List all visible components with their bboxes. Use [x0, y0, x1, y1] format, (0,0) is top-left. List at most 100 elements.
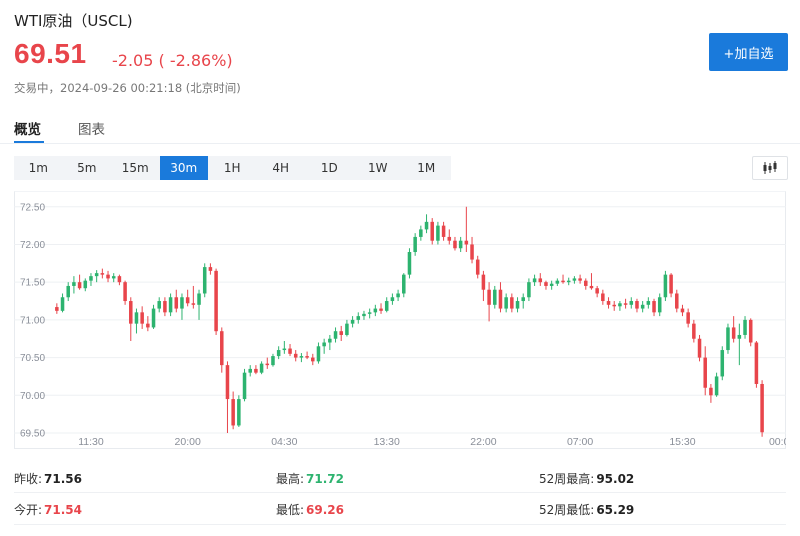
candle-body — [470, 244, 474, 260]
candle — [379, 303, 383, 314]
candle — [606, 297, 611, 309]
candle-body — [66, 285, 70, 298]
candle-body — [612, 304, 616, 307]
candle — [760, 380, 764, 437]
candle-body — [464, 240, 469, 245]
candle-body — [305, 356, 309, 358]
candle — [419, 225, 423, 241]
candle — [487, 282, 491, 322]
candle-body — [703, 357, 707, 388]
period-1mo[interactable]: 1M — [402, 156, 451, 180]
period-30m[interactable]: 30m — [159, 156, 208, 180]
candle — [242, 368, 247, 402]
candle-body — [282, 348, 287, 351]
candle-body — [589, 285, 594, 289]
chart-type-button[interactable] — [752, 156, 788, 180]
candle-body — [584, 280, 588, 286]
candle-body — [248, 368, 252, 373]
candle-body — [623, 303, 628, 305]
candle — [413, 233, 417, 256]
candle-body — [214, 270, 218, 332]
period-1h[interactable]: 1H — [208, 156, 257, 180]
candle — [720, 346, 725, 381]
tab-overview[interactable]: 概览 — [14, 118, 41, 138]
candle — [601, 289, 605, 305]
candle — [703, 346, 707, 396]
candle — [515, 297, 520, 313]
candle — [453, 236, 457, 251]
period-15m[interactable]: 15m — [111, 156, 160, 180]
period-1m[interactable]: 1m — [14, 156, 63, 180]
candle — [60, 293, 65, 313]
candle-body — [123, 282, 127, 302]
candle-body — [748, 319, 753, 343]
candle-body — [640, 304, 645, 309]
candle-body — [328, 338, 332, 343]
candle-body — [191, 303, 196, 305]
candle-body — [549, 283, 554, 286]
stat-label: 今开: — [14, 503, 43, 517]
candle — [293, 350, 298, 362]
candle — [754, 341, 759, 388]
candle — [356, 312, 361, 324]
candle — [248, 365, 252, 377]
candle — [106, 270, 110, 283]
stat-label: 最低: — [276, 503, 305, 517]
period-5m[interactable]: 5m — [63, 156, 112, 180]
candle-body — [362, 313, 366, 317]
price-chart[interactable]: 72.50 72.00 71.50 71.00 70.50 70.00 69.50 11:3… — [14, 191, 786, 449]
y-tick-label: 70.00 — [20, 391, 45, 402]
candle — [55, 303, 59, 314]
stat-value: 95.02 — [596, 472, 635, 486]
candle-body — [242, 372, 247, 400]
candle-body — [163, 301, 167, 313]
add-watchlist-button[interactable]: +加自选 — [709, 33, 788, 71]
candle — [328, 334, 332, 351]
candle — [202, 263, 207, 298]
candle-body — [288, 348, 292, 354]
candle-body — [714, 376, 719, 396]
candle — [72, 276, 76, 294]
period-1w[interactable]: 1W — [354, 156, 403, 180]
candle — [424, 214, 429, 234]
candle-body — [441, 225, 446, 237]
candle — [259, 361, 264, 375]
candle-body — [265, 363, 270, 366]
candle-body — [311, 357, 315, 362]
candle — [214, 268, 218, 335]
candle — [362, 310, 366, 320]
x-tick-label: 15:30 — [669, 436, 695, 448]
stat-high: 最高: 71.72 — [276, 470, 344, 487]
candle-body — [117, 276, 122, 283]
candle — [140, 306, 144, 329]
stat-open: 今开: 71.54 — [14, 501, 82, 518]
tab-chart[interactable]: 图表 — [78, 118, 105, 138]
candle — [470, 236, 474, 264]
candle-body — [384, 301, 389, 311]
candle — [646, 297, 651, 309]
candle-body — [680, 308, 685, 313]
candle-body — [345, 323, 349, 335]
candle-body — [333, 331, 338, 339]
period-4h[interactable]: 4H — [257, 156, 306, 180]
candle — [402, 273, 406, 298]
candle — [231, 391, 235, 430]
candle — [345, 319, 349, 337]
candle-body — [504, 297, 508, 309]
x-tick-label: 11:30 — [78, 436, 104, 448]
stat-label: 最高: — [276, 472, 305, 486]
candle-body — [197, 293, 201, 305]
tabs-divider — [0, 143, 800, 144]
candle-body — [709, 387, 713, 396]
y-tick-label: 72.50 — [20, 202, 45, 213]
candle — [185, 289, 190, 307]
candle-body — [72, 282, 76, 286]
period-1d[interactable]: 1D — [305, 156, 354, 180]
candle — [493, 285, 497, 309]
candle-body — [635, 301, 639, 309]
candle — [77, 274, 82, 290]
candle — [680, 304, 685, 317]
candle — [373, 304, 378, 317]
stat-low: 最低: 69.26 — [276, 501, 344, 518]
candle-body — [231, 399, 235, 426]
